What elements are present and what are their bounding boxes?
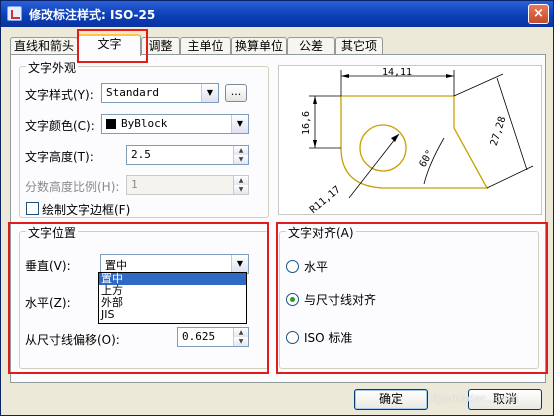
fraction-scale-stepper: ▲ ▼ bbox=[233, 176, 248, 194]
offset-stepper[interactable]: ▲ ▼ bbox=[233, 328, 248, 346]
dim-left-label: 16,6 bbox=[301, 111, 312, 135]
app-icon bbox=[7, 6, 22, 21]
preview-drawing: 14,11 16,6 27,28 60° R11,17 bbox=[301, 67, 534, 216]
text-height-input[interactable]: 2.5 ▲ ▼ bbox=[126, 145, 249, 165]
align-horizontal-radio[interactable] bbox=[286, 260, 299, 273]
text-height-value: 2.5 bbox=[131, 148, 151, 161]
vertical-value: 置中 bbox=[105, 259, 127, 272]
draw-frame-checkbox[interactable] bbox=[26, 202, 39, 215]
up-arrow-icon[interactable]: ▲ bbox=[233, 328, 248, 337]
offset-input[interactable]: 0.625 ▲ ▼ bbox=[177, 327, 249, 347]
preview-shape bbox=[340, 95, 489, 189]
title-bar[interactable]: 修改标注样式: ISO-25 × bbox=[1, 1, 553, 27]
window-title: 修改标注样式: ISO-25 bbox=[29, 8, 156, 22]
align-with-dimline-label: 与尺寸线对齐 bbox=[304, 293, 377, 307]
text-color-label: 文字颜色(C): bbox=[25, 119, 95, 133]
text-height-stepper[interactable]: ▲ ▼ bbox=[233, 146, 248, 164]
chevron-down-icon[interactable]: ▼ bbox=[231, 255, 248, 273]
text-appearance-group: 文字外观 文字样式(Y): Standard ▼ ... 文字颜色(C): By… bbox=[19, 59, 269, 218]
text-height-label: 文字高度(T): bbox=[25, 150, 94, 164]
dim-top-label: 14,11 bbox=[382, 67, 412, 78]
dropdown-option[interactable]: 外部 bbox=[99, 297, 246, 309]
vertical-dropdown-list[interactable]: 置中 上方 外部 JIS bbox=[98, 272, 247, 324]
text-color-value: ByBlock bbox=[121, 117, 168, 130]
align-horizontal-label: 水平 bbox=[304, 260, 329, 274]
align-iso-radio[interactable] bbox=[286, 331, 299, 344]
down-arrow-icon[interactable]: ▼ bbox=[233, 337, 248, 346]
fraction-scale-value: 1 bbox=[131, 178, 138, 191]
down-arrow-icon[interactable]: ▼ bbox=[233, 155, 248, 164]
vertical-select[interactable]: 置中 ▼ bbox=[100, 254, 249, 274]
offset-value: 0.625 bbox=[182, 330, 216, 343]
dim-right-label: 27,28 bbox=[489, 115, 509, 147]
align-with-dimline-radio[interactable] bbox=[286, 293, 299, 306]
color-swatch bbox=[106, 119, 116, 129]
fraction-scale-label: 分数高度比例(H): bbox=[25, 180, 120, 194]
horizontal-label: 水平(Z): bbox=[25, 296, 71, 310]
align-iso-label: ISO 标准 bbox=[304, 331, 353, 345]
text-style-label: 文字样式(Y): bbox=[25, 88, 94, 102]
watermark-text: tigercoder...com bbox=[429, 392, 519, 405]
close-button[interactable]: × bbox=[528, 4, 549, 24]
browse-style-button[interactable]: ... bbox=[225, 84, 247, 102]
fraction-scale-input: 1 ▲ ▼ bbox=[126, 175, 249, 195]
tab-text[interactable]: 文字 bbox=[78, 34, 141, 56]
down-arrow-icon: ▼ bbox=[233, 185, 248, 194]
text-color-select[interactable]: ByBlock ▼ bbox=[101, 114, 249, 134]
up-arrow-icon[interactable]: ▲ bbox=[233, 146, 248, 155]
dialog-window: 修改标注样式: ISO-25 × 直线和箭头 文字 调整 主单位 换算单位 公差… bbox=[0, 0, 554, 416]
dim-radius-label: R11,17 bbox=[308, 184, 343, 216]
text-alignment-group: 文字对齐(A) 水平 与尺寸线对齐 ISO 标准 bbox=[279, 224, 539, 369]
preview-arrowheads bbox=[313, 74, 454, 148]
chevron-down-icon[interactable]: ▼ bbox=[201, 84, 218, 102]
text-style-value: Standard bbox=[106, 86, 159, 99]
offset-label: 从尺寸线偏移(O): bbox=[25, 333, 120, 347]
dimension-preview: 14,11 16,6 27,28 60° R11,17 bbox=[278, 65, 542, 216]
dropdown-option[interactable]: JIS bbox=[99, 309, 246, 321]
vertical-label: 垂直(V): bbox=[25, 259, 71, 273]
chevron-down-icon[interactable]: ▼ bbox=[231, 115, 248, 133]
up-arrow-icon: ▲ bbox=[233, 176, 248, 185]
ok-button[interactable]: 确定 bbox=[354, 389, 428, 410]
text-position-title: 文字位置 bbox=[26, 224, 79, 241]
draw-frame-label: 绘制文字边框(F) bbox=[42, 203, 131, 217]
text-appearance-title: 文字外观 bbox=[26, 59, 79, 76]
text-style-select[interactable]: Standard ▼ bbox=[101, 83, 219, 103]
text-alignment-title: 文字对齐(A) bbox=[286, 224, 356, 241]
